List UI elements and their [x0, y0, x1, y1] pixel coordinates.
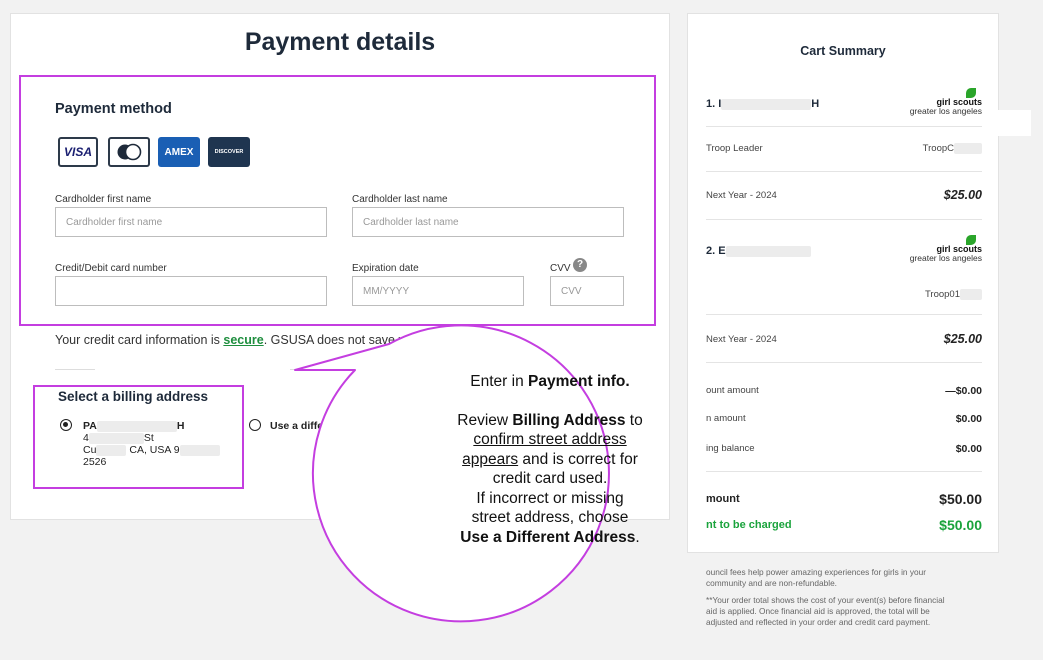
callout-line7: street address, choose [471, 509, 629, 526]
callout-line5: credit card used. [492, 470, 608, 487]
callout-text: Enter in Payment info. Review Billing Ad… [400, 372, 700, 547]
callout-bubble [294, 324, 610, 623]
callout-line6: If incorrect or missing [476, 489, 624, 507]
callout-line4: appears and is correct for [462, 450, 638, 468]
callout-line8: Use a Different Address. [460, 528, 640, 546]
callout-line1: Enter in Payment info. [470, 373, 630, 390]
callout-line3: confirm street address [473, 431, 627, 448]
callout-line2: Review Billing Address to [457, 411, 643, 429]
